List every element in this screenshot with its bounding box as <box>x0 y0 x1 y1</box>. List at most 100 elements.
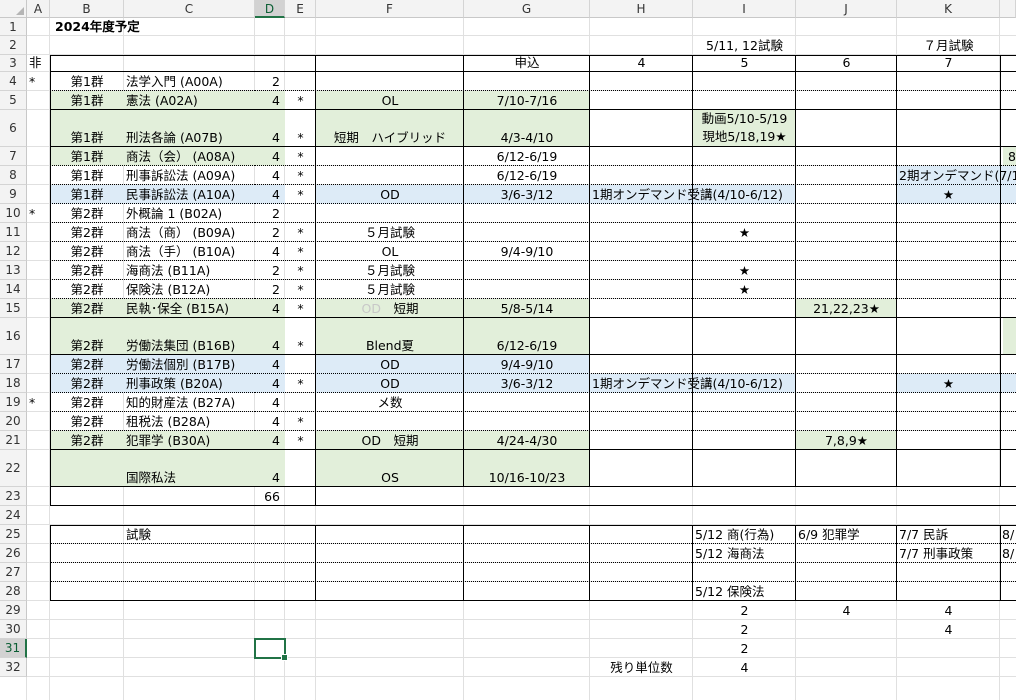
row-header-20[interactable]: 20 <box>0 412 27 431</box>
cell-c15[interactable]: 民執･保全 (B15A) <box>126 301 257 317</box>
cell-d10[interactable]: 2 <box>255 206 280 222</box>
cell-l25[interactable]: 8/ <box>1002 527 1016 543</box>
cell-b17[interactable]: 第2群 <box>50 357 124 373</box>
row-header-3[interactable]: 3 <box>0 55 27 72</box>
cell-d14[interactable]: 2 <box>255 282 280 298</box>
cell-e20[interactable]: * <box>285 414 316 430</box>
cell-e13[interactable]: * <box>285 263 316 279</box>
row-header-19[interactable]: 19 <box>0 393 27 412</box>
row-header-32[interactable]: 32 <box>0 658 27 677</box>
cell-h3[interactable]: 4 <box>590 55 693 71</box>
cell-k18[interactable]: ★ <box>897 376 1000 392</box>
row-header-4[interactable]: 4 <box>0 72 27 91</box>
cell-b14[interactable]: 第2群 <box>50 282 124 298</box>
cell-g5[interactable]: 7/10-7/16 <box>464 93 590 109</box>
cell-e7[interactable]: * <box>285 149 316 165</box>
spreadsheet-grid[interactable]: A B C D E F G H I J K 1 2 3 4 5 6 7 8 9 10 11 12 13 14 15 16 17 18 19… <box>0 0 1016 700</box>
cell-b6[interactable]: 第1群 <box>50 130 124 146</box>
cell-b20[interactable]: 第2群 <box>50 414 124 430</box>
row-header-13[interactable]: 13 <box>0 261 27 280</box>
cell-c16[interactable]: 労働法集団 (B16B) <box>126 338 257 354</box>
row-header-23[interactable]: 23 <box>0 487 27 506</box>
row-header-6[interactable]: 6 <box>0 110 27 147</box>
cell-k29[interactable]: 4 <box>897 603 1000 619</box>
row-header-16[interactable]: 16 <box>0 318 27 355</box>
cell-g18[interactable]: 3/6-3/12 <box>464 376 590 392</box>
cell-e5[interactable]: * <box>285 93 316 109</box>
column-header-l[interactable] <box>1000 0 1016 18</box>
cell-f5[interactable]: OL <box>316 93 464 109</box>
cell-f15[interactable]: OD 短期 <box>316 301 464 317</box>
column-header-a[interactable]: A <box>27 0 50 18</box>
column-header-b[interactable]: B <box>50 0 124 18</box>
column-header-d[interactable]: D <box>255 0 285 18</box>
cell-i25[interactable]: 5/12 商(行為) <box>695 527 798 543</box>
cell-i28[interactable]: 5/12 保険法 <box>695 584 798 600</box>
cell-g3[interactable]: 申込 <box>464 55 590 71</box>
cell-d9[interactable]: 4 <box>255 187 280 203</box>
cell-b5[interactable]: 第1群 <box>50 93 124 109</box>
cell-c6[interactable]: 刑法各論 (A07B) <box>126 130 257 146</box>
cell-h32[interactable]: 残り単位数 <box>590 660 693 676</box>
cell-d15[interactable]: 4 <box>255 301 280 317</box>
cell-b4[interactable]: 第1群 <box>50 74 124 90</box>
cell-c10[interactable]: 外概論 1 (B02A) <box>126 206 257 222</box>
cell-i14[interactable]: ★ <box>693 282 796 298</box>
select-all-corner[interactable] <box>0 0 27 18</box>
cell-i32[interactable]: 4 <box>693 660 796 676</box>
cell-j25[interactable]: 6/9 犯罪学 <box>798 527 899 543</box>
cell-d6[interactable]: 4 <box>255 130 280 146</box>
cell-b7[interactable]: 第1群 <box>50 149 124 165</box>
cell-c20[interactable]: 租税法 (B28A) <box>126 414 257 430</box>
cell-c19[interactable]: 知的財産法 (B27A) <box>126 395 257 411</box>
cell-e6[interactable]: * <box>285 130 316 146</box>
row-header-29[interactable]: 29 <box>0 601 27 620</box>
cell-e9[interactable]: * <box>285 187 316 203</box>
cell-b15[interactable]: 第2群 <box>50 301 124 317</box>
cell-b11[interactable]: 第2群 <box>50 225 124 241</box>
cell-e14[interactable]: * <box>285 282 316 298</box>
cell-d18[interactable]: 4 <box>255 376 280 392</box>
row-header-24[interactable]: 24 <box>0 506 27 525</box>
cell-g9[interactable]: 3/6-3/12 <box>464 187 590 203</box>
cell-i6[interactable]: 現地5/18,19★ <box>693 129 796 145</box>
cell-c14[interactable]: 保険法 (B12A) <box>126 282 257 298</box>
cell-j15[interactable]: 21,22,23★ <box>796 301 897 317</box>
cell-d13[interactable]: 2 <box>255 263 280 279</box>
row-header-25[interactable]: 25 <box>0 525 27 544</box>
cell-a3[interactable]: 非 <box>29 55 50 71</box>
cell-k30[interactable]: 4 <box>897 622 1000 638</box>
cell-f14[interactable]: ５月試験 <box>316 282 464 298</box>
cell-d4[interactable]: 2 <box>255 74 280 90</box>
cell-i3[interactable]: 5 <box>693 55 796 71</box>
cell-c22[interactable]: 国際私法 <box>126 470 257 486</box>
row-header-7[interactable]: 7 <box>0 147 27 166</box>
cell-f22[interactable]: OS <box>316 470 464 486</box>
column-header-f[interactable]: F <box>316 0 464 18</box>
cell-a19[interactable]: * <box>29 395 50 411</box>
column-header-i[interactable]: I <box>693 0 796 18</box>
cell-g6[interactable]: 4/3-4/10 <box>464 130 590 146</box>
cell-g16[interactable]: 6/12-6/19 <box>464 338 590 354</box>
row-header-8[interactable]: 8 <box>0 166 27 185</box>
cell-d22[interactable]: 4 <box>255 470 280 486</box>
cell-g12[interactable]: 9/4-9/10 <box>464 244 590 260</box>
cell-b9[interactable]: 第1群 <box>50 187 124 203</box>
cell-c8[interactable]: 刑事訴訟法 (A09A) <box>126 168 257 184</box>
column-header-e[interactable]: E <box>285 0 316 18</box>
cell-c5[interactable]: 憲法 (A02A) <box>126 93 257 109</box>
row-header-9[interactable]: 9 <box>0 185 27 204</box>
cell-c21[interactable]: 犯罪学 (B30A) <box>126 433 257 449</box>
cell-c13[interactable]: 海商法 (B11A) <box>126 263 257 279</box>
cell-b13[interactable]: 第2群 <box>50 263 124 279</box>
cell-f16[interactable]: Blend夏 <box>316 338 464 354</box>
cell-f13[interactable]: ５月試験 <box>316 263 464 279</box>
cell-b12[interactable]: 第2群 <box>50 244 124 260</box>
cell-j3[interactable]: 6 <box>796 55 897 71</box>
cell-i31[interactable]: 2 <box>693 641 796 657</box>
selected-cell[interactable] <box>254 638 288 661</box>
row-header-18[interactable]: 18 <box>0 374 27 393</box>
row-header-22[interactable]: 22 <box>0 450 27 487</box>
column-header-c[interactable]: C <box>124 0 255 18</box>
cell-e15[interactable]: * <box>285 301 316 317</box>
